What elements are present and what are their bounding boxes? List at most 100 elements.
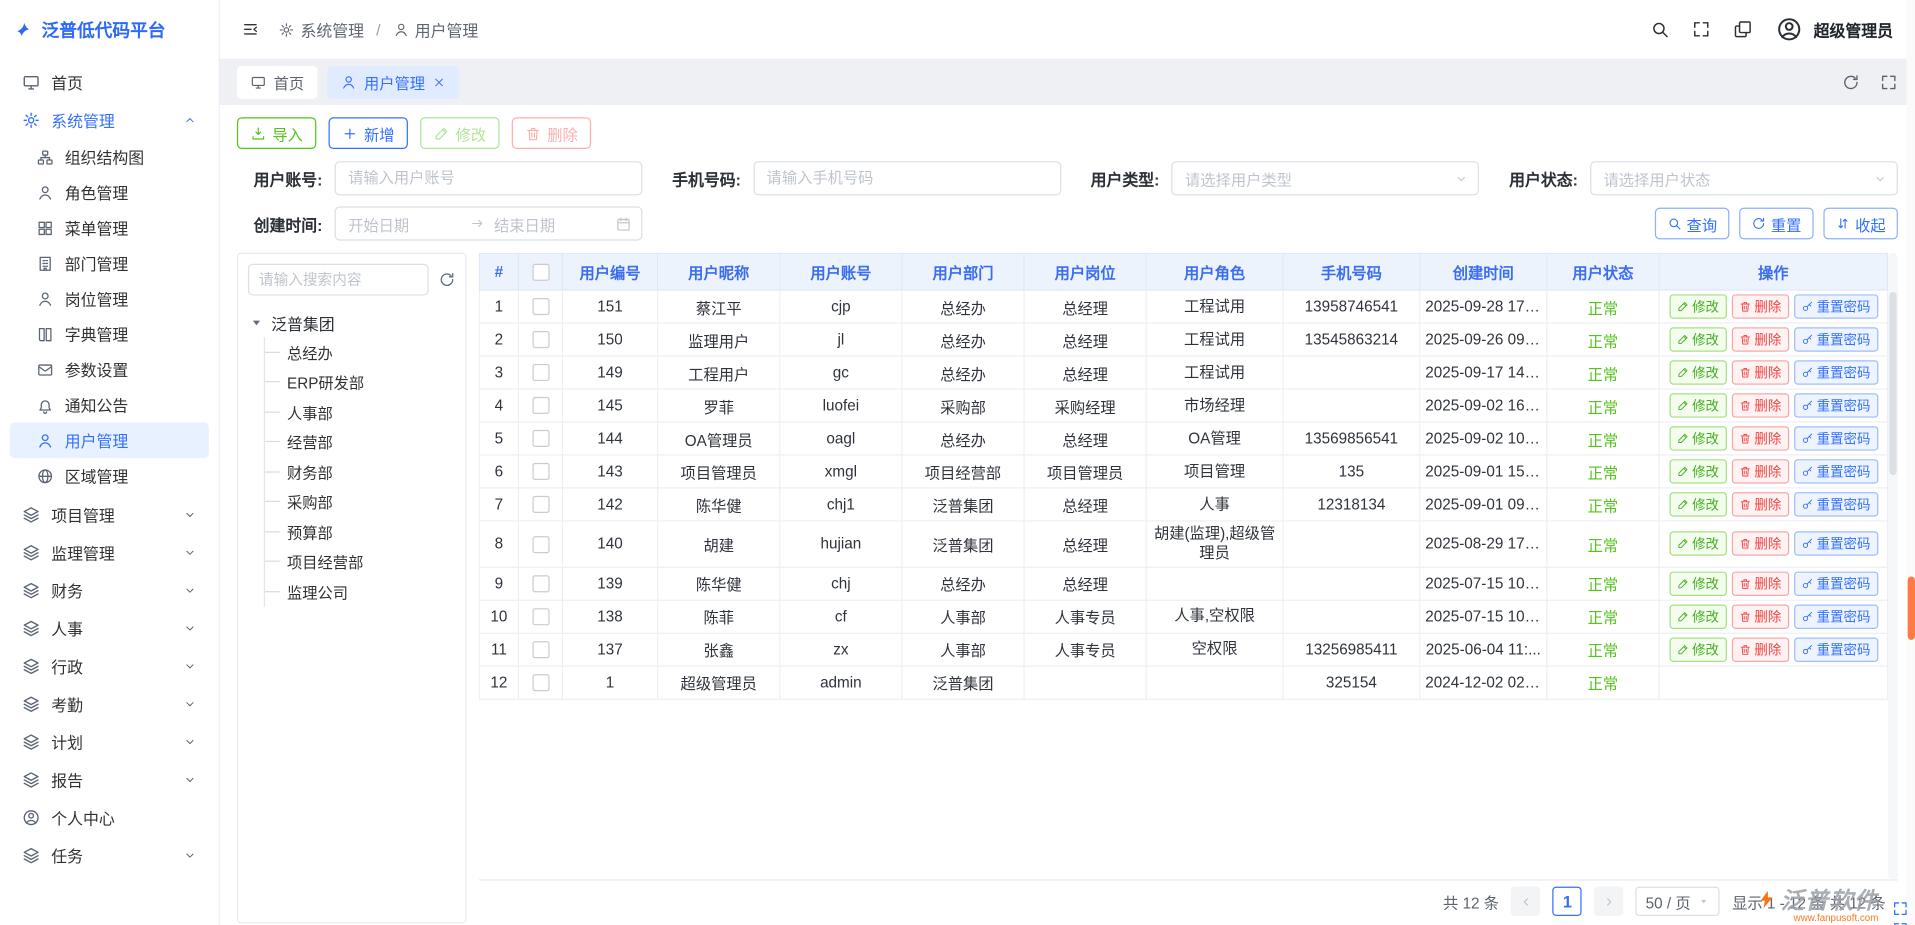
modify-button[interactable]: 修改	[1669, 492, 1726, 516]
row-checkbox[interactable]	[532, 641, 549, 658]
fullscreen-icon[interactable]	[1691, 20, 1711, 40]
delete-button[interactable]: 删除	[512, 117, 591, 149]
reset-password-button[interactable]: 重置密码	[1793, 459, 1877, 483]
row-checkbox[interactable]	[532, 364, 549, 381]
delete-button[interactable]: 删除	[1731, 532, 1788, 556]
modify-button[interactable]: 修改	[1669, 294, 1726, 318]
tree-node[interactable]: 项目经营部	[265, 547, 456, 577]
sidebar-item[interactable]: 岗位管理	[10, 281, 209, 316]
collapse-button[interactable]: 收起	[1823, 208, 1898, 240]
modify-button[interactable]: 修改	[1669, 459, 1726, 483]
modify-button[interactable]: 修改	[1669, 637, 1726, 661]
delete-button[interactable]: 删除	[1731, 571, 1788, 595]
window-scrollbar-thumb[interactable]	[1908, 576, 1915, 640]
sidebar-item[interactable]: 项目管理	[10, 496, 209, 534]
tree-node[interactable]: 预算部	[265, 517, 456, 547]
refresh-icon[interactable]	[1842, 73, 1860, 91]
sidebar-item[interactable]: 考勤	[10, 685, 209, 723]
window-scrollbar[interactable]	[1906, 0, 1915, 925]
sidebar-item[interactable]: 区域管理	[10, 458, 209, 493]
sidebar-item[interactable]: 通知公告	[10, 387, 209, 422]
modify-button[interactable]: 修改	[1669, 532, 1726, 556]
tree-root[interactable]: 泛普集团	[248, 308, 456, 337]
row-checkbox[interactable]	[532, 463, 549, 480]
modify-button[interactable]: 修改	[1669, 426, 1726, 450]
search-icon[interactable]	[1650, 20, 1670, 40]
delete-button[interactable]: 删除	[1731, 492, 1788, 516]
row-checkbox[interactable]	[532, 575, 549, 592]
next-page-button[interactable]	[1594, 887, 1623, 916]
menu-fold-icon[interactable]	[242, 21, 259, 38]
modify-button[interactable]: 修改	[1669, 604, 1726, 628]
sidebar-item[interactable]: 角色管理	[10, 175, 209, 210]
delete-button[interactable]: 删除	[1731, 459, 1788, 483]
reset-button[interactable]: 重置	[1739, 208, 1814, 240]
filter-select[interactable]: 请选择用户状态	[1590, 161, 1898, 195]
filter-select[interactable]: 请选择用户类型	[1172, 161, 1480, 195]
reset-password-button[interactable]: 重置密码	[1793, 426, 1877, 450]
sidebar-item[interactable]: 部门管理	[10, 245, 209, 280]
sidebar-item[interactable]: 行政	[10, 647, 209, 685]
sidebar-item[interactable]: 参数设置	[10, 352, 209, 387]
row-checkbox[interactable]	[532, 397, 549, 414]
fullscreen-icon[interactable]	[1892, 900, 1909, 917]
modify-button[interactable]: 修改	[1669, 327, 1726, 351]
reset-password-button[interactable]: 重置密码	[1793, 604, 1877, 628]
reset-password-button[interactable]: 重置密码	[1793, 571, 1877, 595]
sidebar-item[interactable]: 个人中心	[10, 799, 209, 837]
reset-password-button[interactable]: 重置密码	[1793, 492, 1877, 516]
sidebar-item[interactable]: 计划	[10, 723, 209, 761]
row-checkbox[interactable]	[532, 430, 549, 447]
sidebar-item[interactable]: 系统管理	[10, 101, 209, 139]
breadcrumb-item[interactable]: 用户管理	[393, 18, 479, 41]
import-button[interactable]: 导入	[237, 117, 316, 149]
reset-password-button[interactable]: 重置密码	[1793, 532, 1877, 556]
tree-node[interactable]: 人事部	[265, 397, 456, 427]
row-checkbox[interactable]	[532, 298, 549, 315]
sidebar-item[interactable]: 菜单管理	[10, 210, 209, 245]
prev-page-button[interactable]	[1511, 887, 1540, 916]
user-name[interactable]: 超级管理员	[1814, 18, 1893, 41]
delete-button[interactable]: 删除	[1731, 393, 1788, 417]
filter-input[interactable]	[753, 161, 1061, 195]
select-all-checkbox[interactable]	[532, 264, 549, 281]
sidebar-item[interactable]: 监理管理	[10, 534, 209, 572]
reset-password-button[interactable]: 重置密码	[1793, 327, 1877, 351]
row-checkbox[interactable]	[532, 496, 549, 513]
add-button[interactable]: 新增	[329, 117, 408, 149]
sidebar-item[interactable]: 组织结构图	[10, 139, 209, 174]
delete-button[interactable]: 删除	[1731, 604, 1788, 628]
delete-button[interactable]: 删除	[1731, 637, 1788, 661]
tree-node[interactable]: ERP研发部	[265, 367, 456, 397]
end-date[interactable]: 结束日期	[494, 212, 606, 235]
modify-button[interactable]: 修改	[420, 117, 499, 149]
breadcrumb-item[interactable]: 系统管理	[278, 18, 364, 41]
page-number[interactable]: 1	[1553, 887, 1582, 916]
caret-down-icon[interactable]	[248, 314, 265, 331]
modify-button[interactable]: 修改	[1669, 571, 1726, 595]
sidebar-item[interactable]: 报告	[10, 761, 209, 799]
sidebar-item[interactable]: 人事	[10, 609, 209, 647]
delete-button[interactable]: 删除	[1731, 426, 1788, 450]
tree-node[interactable]: 监理公司	[265, 576, 456, 606]
fullscreen-icon[interactable]	[1880, 73, 1898, 91]
query-button[interactable]: 查询	[1655, 208, 1730, 240]
row-checkbox[interactable]	[532, 608, 549, 625]
sidebar-item[interactable]: 财务	[10, 572, 209, 610]
sidebar-item[interactable]: 任务	[10, 837, 209, 875]
table-scrollbar[interactable]	[1888, 253, 1898, 879]
filter-input[interactable]	[335, 161, 643, 195]
reset-password-button[interactable]: 重置密码	[1793, 637, 1877, 661]
tree-node[interactable]: 财务部	[265, 457, 456, 487]
avatar[interactable]	[1775, 15, 1804, 44]
modify-button[interactable]: 修改	[1669, 393, 1726, 417]
table-scrollbar-thumb[interactable]	[1889, 292, 1896, 475]
sidebar-item[interactable]: 字典管理	[10, 316, 209, 351]
reset-password-button[interactable]: 重置密码	[1793, 360, 1877, 384]
row-checkbox[interactable]	[532, 536, 549, 553]
page-size-select[interactable]: 50 / 页	[1636, 887, 1720, 916]
copy-icon[interactable]	[1733, 20, 1753, 40]
fullscreen-icon[interactable]	[1892, 920, 1909, 925]
reset-password-button[interactable]: 重置密码	[1793, 294, 1877, 318]
close-icon[interactable]	[432, 75, 445, 88]
